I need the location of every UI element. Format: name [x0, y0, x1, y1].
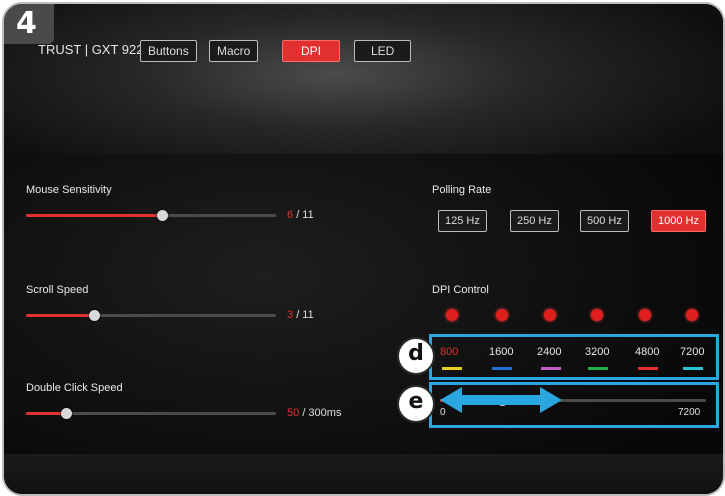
- double-click-speed-max: / 300ms: [302, 407, 342, 419]
- scroll-speed-label: Scroll Speed: [26, 284, 89, 296]
- double-click-speed-current: 50: [287, 407, 300, 419]
- dpi-level-1-led[interactable]: [446, 309, 458, 321]
- dpi-level-6-led[interactable]: [686, 309, 698, 321]
- mouse-sensitivity-label: Mouse Sensitivity: [26, 184, 112, 196]
- brand-title: TRUST | GXT 922: [38, 42, 144, 57]
- double-click-speed-fill: [26, 412, 66, 415]
- double-arrow-icon: [440, 387, 562, 413]
- polling-rate-125[interactable]: 125 Hz: [438, 210, 487, 232]
- scroll-speed-max: / 11: [296, 309, 314, 321]
- tab-macro[interactable]: Macro: [209, 40, 259, 62]
- tab-dpi[interactable]: DPI: [282, 40, 341, 62]
- callout-box-d: [429, 334, 719, 380]
- double-click-speed-value: 50 / 300ms: [287, 407, 341, 419]
- dpi-level-4-led[interactable]: [591, 309, 603, 321]
- tab-led[interactable]: LED: [354, 40, 412, 62]
- polling-rate-250[interactable]: 250 Hz: [510, 210, 559, 232]
- dpi-level-3-led[interactable]: [544, 309, 556, 321]
- step-number: 4: [16, 6, 37, 41]
- mouse-sensitivity-handle[interactable]: [157, 210, 168, 221]
- double-click-speed-label: Double Click Speed: [26, 382, 123, 394]
- mouse-sensitivity-value: 6 / 11: [287, 209, 314, 221]
- mouse-sensitivity-fill: [26, 214, 162, 217]
- callout-badge-e: e: [397, 385, 435, 423]
- callout-badge-d: d: [397, 337, 435, 375]
- mouse-sensitivity-current: 6: [287, 209, 294, 221]
- scroll-speed-value: 3 / 11: [287, 309, 314, 321]
- footer-bar: [4, 454, 723, 494]
- dpi-level-2-led[interactable]: [496, 309, 508, 321]
- step-badge: 4: [4, 4, 54, 44]
- mouse-sensitivity-slider[interactable]: [26, 210, 276, 221]
- dpi-level-5-led[interactable]: [639, 309, 651, 321]
- scroll-speed-slider[interactable]: [26, 310, 276, 321]
- header-banner: [4, 4, 723, 154]
- polling-rate-1000[interactable]: 1000 Hz: [651, 210, 706, 232]
- mouse-sensitivity-max: / 11: [296, 209, 314, 221]
- polling-rate-label: Polling Rate: [432, 184, 492, 196]
- double-click-speed-slider[interactable]: [26, 408, 276, 419]
- scroll-speed-current: 3: [287, 309, 294, 321]
- dpi-control-label: DPI Control: [432, 284, 489, 296]
- tab-buttons[interactable]: Buttons: [140, 40, 197, 62]
- app-window: 4 TRUST | GXT 922 Buttons Macro DPI LED …: [2, 2, 725, 496]
- double-click-speed-handle[interactable]: [61, 408, 72, 419]
- scroll-speed-handle[interactable]: [89, 310, 100, 321]
- polling-rate-500[interactable]: 500 Hz: [580, 210, 629, 232]
- scroll-speed-fill: [26, 314, 94, 317]
